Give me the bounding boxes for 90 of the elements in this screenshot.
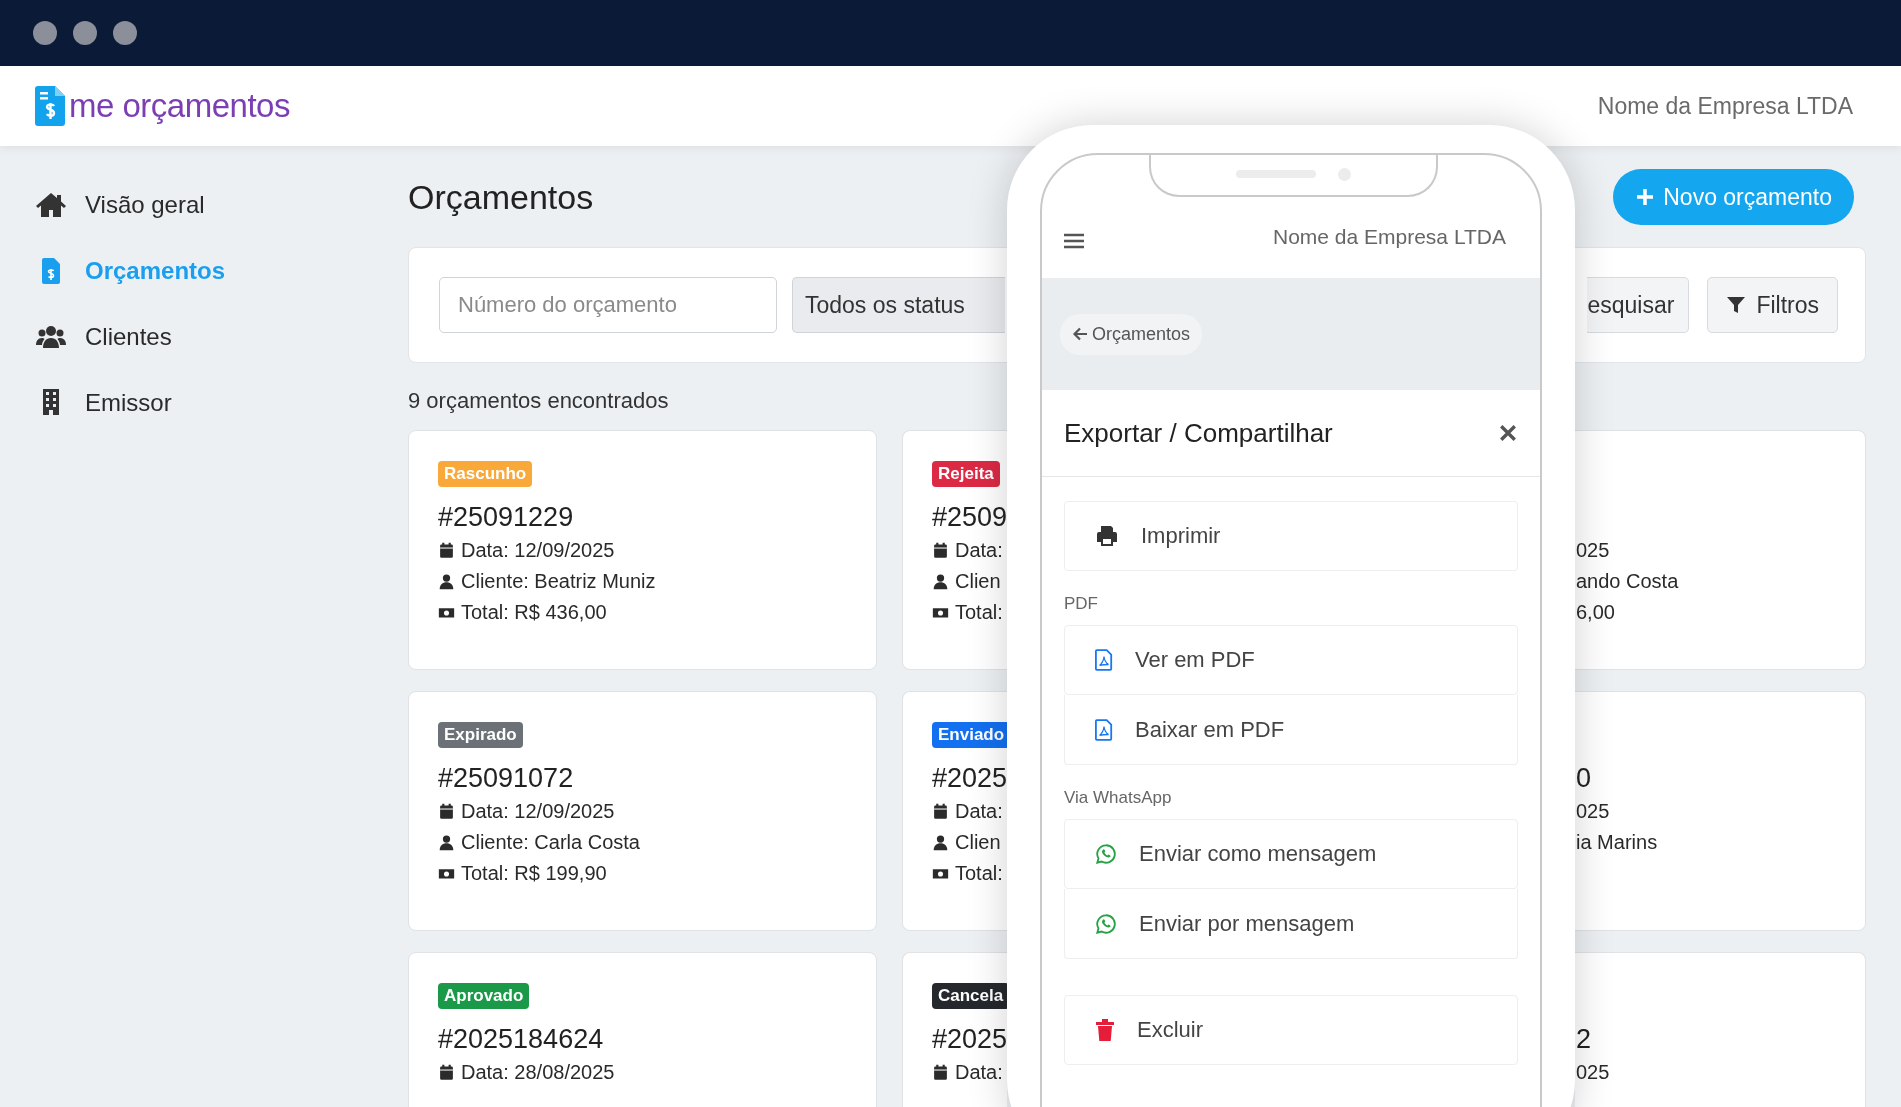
status-badge: Aprovado: [438, 983, 530, 1009]
menu-item[interactable]: Baixar em PDF: [1064, 695, 1518, 765]
quote-number: #25091229: [438, 501, 575, 534]
card-detail: 025: [1576, 800, 1610, 823]
plus-icon: [1635, 187, 1656, 207]
quote-card[interactable]: 2 025: [1575, 952, 1866, 1107]
user-icon: [438, 573, 455, 590]
card-detail: Total: R$ 199,90: [461, 862, 607, 885]
card-detail: 025: [1576, 539, 1610, 562]
pdf-file-icon: [1095, 718, 1113, 741]
menu-icon[interactable]: [1064, 233, 1084, 249]
company-name: Nome da Empresa LTDA: [1272, 225, 1506, 249]
status-badge: Cancela: [932, 983, 1007, 1009]
quote-card[interactable]: Rejeita #2509 Data: Clien Total:: [902, 430, 1007, 670]
quote-number: #2509: [932, 501, 1007, 534]
logo-icon: [35, 86, 65, 126]
calendar-icon: [932, 542, 949, 559]
card-detail: Data:: [955, 1061, 1003, 1084]
menu-item[interactable]: Excluir: [1064, 995, 1518, 1065]
quote-number: #25091072: [438, 762, 575, 795]
page-title: Orçamentos: [408, 177, 594, 217]
quote-card[interactable]: 025 ando Costa 6,00: [1575, 430, 1866, 670]
menu-item[interactable]: Enviar como mensagem: [1064, 819, 1518, 889]
card-detail: Data:: [955, 539, 1003, 562]
calendar-icon: [438, 803, 455, 820]
user-icon: [438, 834, 455, 851]
quote-number: 0: [1576, 762, 1593, 795]
user-icon: [932, 834, 949, 851]
quote-card[interactable]: Aprovado #2025184624 Data: 28/08/2025: [408, 952, 877, 1107]
card-detail: Total: R$ 436,00: [461, 601, 607, 624]
calendar-icon: [438, 1064, 455, 1081]
printer-icon: [1095, 524, 1119, 548]
calendar-icon: [932, 1064, 949, 1081]
menu-item[interactable]: Ver em PDF: [1064, 625, 1518, 695]
quote-card[interactable]: 0 025 ia Marins: [1575, 691, 1866, 931]
quote-card[interactable]: Enviado #2025 Data: Clien Total:: [902, 691, 1007, 931]
card-detail: Cliente: Carla Costa: [461, 831, 640, 854]
card-detail: Clien: [955, 831, 1001, 854]
result-count: 9 orçamentos encontrados: [408, 388, 670, 414]
card-detail: Data: 12/09/2025: [461, 800, 615, 823]
company-name: Nome da Empresa LTDA: [1597, 92, 1853, 120]
status-badge: Expirado: [438, 722, 523, 748]
quote-card[interactable]: Cancela #2025 Data:: [902, 952, 1007, 1107]
back-link[interactable]: Orçamentos: [1060, 313, 1203, 355]
arrow-left-icon: [1072, 326, 1088, 342]
card-detail: Data:: [955, 800, 1003, 823]
card-detail: 6,00: [1576, 601, 1615, 624]
card-detail: Data: 12/09/2025: [461, 539, 615, 562]
trash-icon: [1095, 1018, 1115, 1042]
search-button[interactable]: esquisar: [1587, 277, 1690, 333]
chat-phone-icon: [1095, 912, 1117, 935]
card-detail: Total:: [955, 601, 1003, 624]
dialog-title: Exportar / Compartilhar: [1064, 417, 1333, 449]
quote-number: 2: [1576, 1023, 1593, 1056]
user-icon: [932, 573, 949, 590]
quote-number: #2025: [932, 762, 1007, 795]
close-icon[interactable]: [1499, 424, 1517, 442]
window-control-icon[interactable]: [73, 21, 97, 45]
calendar-icon: [932, 803, 949, 820]
quote-number: #2025184624: [438, 1023, 605, 1056]
quote-card[interactable]: Expirado #25091072 Data: 12/09/2025 Cliente: Carla Costa Total: R$ 199,90: [408, 691, 877, 931]
section-label: PDF: [1064, 593, 1099, 615]
sidebar-item[interactable]: Visão geral: [0, 172, 370, 238]
chat-phone-icon: [1095, 843, 1117, 865]
quote-number-field[interactable]: Número do orçamento: [439, 277, 777, 333]
logo-text: me orçamentos: [69, 87, 290, 125]
menu-item[interactable]: Enviar por mensagem: [1064, 889, 1518, 959]
status-badge: Rejeita: [932, 461, 1000, 487]
filter-icon: [1726, 295, 1747, 315]
quote-number: #2025: [932, 1023, 1007, 1056]
status-dropdown[interactable]: Todos os status: [792, 277, 1005, 333]
card-detail: 025: [1576, 1061, 1610, 1084]
status-badge: Rascunho: [438, 461, 533, 487]
menu-item[interactable]: Imprimir: [1064, 501, 1518, 571]
sidebar-item[interactable]: Emissor: [0, 370, 370, 436]
status-badge: Enviado: [932, 722, 1007, 748]
calendar-icon: [438, 542, 455, 559]
card-detail: ia Marins: [1576, 831, 1658, 854]
window-control-icon[interactable]: [33, 21, 57, 45]
card-detail: ando Costa: [1576, 570, 1679, 593]
quote-card[interactable]: Rascunho #25091229 Data: 12/09/2025 Cliente: Beatriz Muniz Total: R$ 436,00: [408, 430, 877, 670]
pdf-file-icon: [1095, 649, 1113, 671]
card-detail: Total:: [955, 862, 1003, 885]
section-label: Via WhatsApp: [1064, 787, 1173, 809]
filters-button[interactable]: Filtros: [1707, 277, 1838, 333]
card-detail: Clien: [955, 570, 1001, 593]
window-control-icon[interactable]: [113, 21, 137, 45]
card-detail: Cliente: Beatriz Muniz: [461, 570, 656, 593]
card-detail: Data: 28/08/2025: [461, 1061, 615, 1084]
sidebar-item[interactable]: Clientes: [0, 304, 370, 370]
